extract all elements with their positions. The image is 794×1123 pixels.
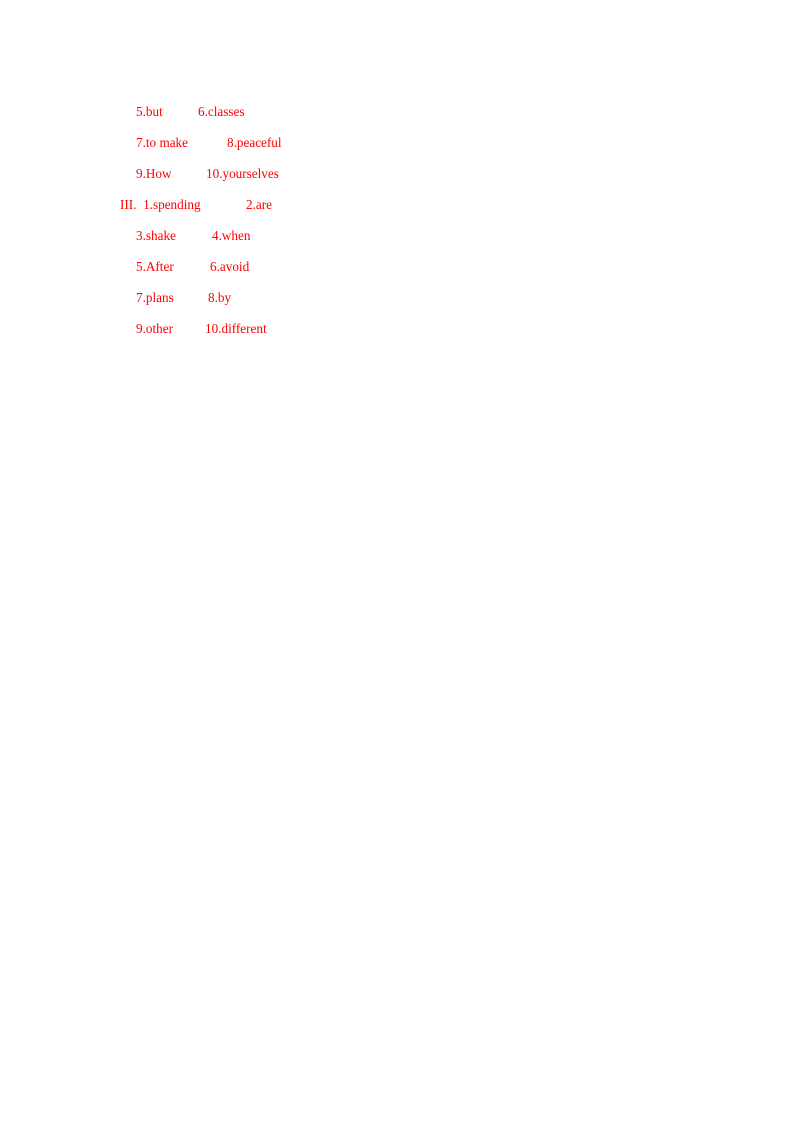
answer-item-col2: 10.yourselves <box>206 166 279 181</box>
answer-line: 3.shake 4.when <box>0 220 794 251</box>
answer-line: 7.plans 8.by <box>0 282 794 313</box>
answer-line: 7.to make 8.peaceful <box>0 127 794 158</box>
answer-item-col2: 8.by <box>208 290 232 305</box>
answer-item-col2: 2.are <box>246 197 272 212</box>
answer-item-col1: 5.After <box>136 259 174 274</box>
answer-line: 9.other 10.different <box>0 313 794 344</box>
section-label: III. <box>120 197 140 212</box>
answer-item-col2: 6.classes <box>198 104 245 119</box>
answer-line-section: III. 1.spending 2.are <box>0 189 794 220</box>
answer-item-col1: 9.How <box>136 166 172 181</box>
answer-line: 5.but 6.classes <box>0 96 794 127</box>
answer-item-col1: 3.shake <box>136 228 176 243</box>
answer-item-col2: 10.different <box>205 321 267 336</box>
answer-line: 5.After 6.avoid <box>0 251 794 282</box>
answer-item-col1: 1.spending <box>143 197 201 212</box>
answer-item-col2: 4.when <box>212 228 251 243</box>
answer-item-col1: 7.plans <box>136 290 174 305</box>
document-page: 5.but 6.classes 7.to make 8.peaceful 9.H… <box>0 0 794 1123</box>
answer-item-col1: 7.to make <box>136 135 189 150</box>
answer-item-col2: 6.avoid <box>210 259 250 274</box>
answer-key-block: 5.but 6.classes 7.to make 8.peaceful 9.H… <box>0 96 794 344</box>
answer-item-col1: 9.other <box>136 321 173 336</box>
answer-item-col1: 5.but <box>136 104 163 119</box>
answer-item-col2: 8.peaceful <box>227 135 282 150</box>
answer-line: 9.How 10.yourselves <box>0 158 794 189</box>
